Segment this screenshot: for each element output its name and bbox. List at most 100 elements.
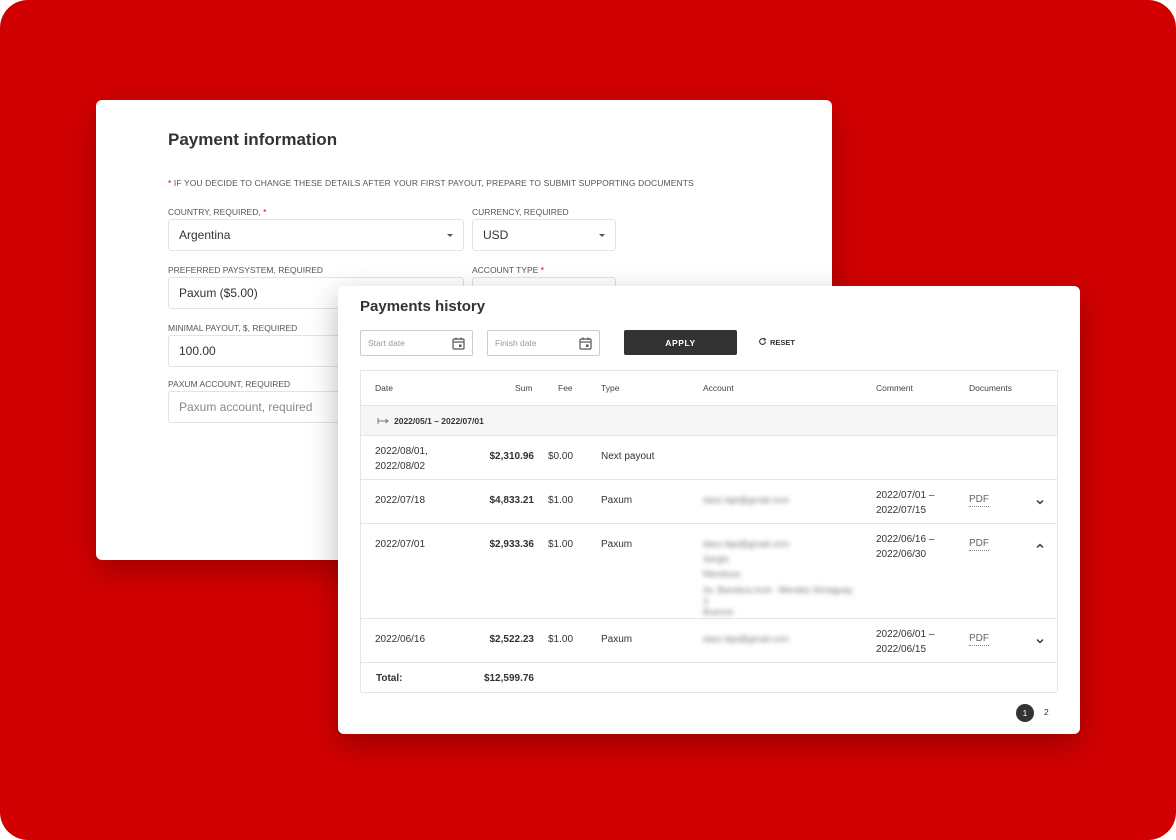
page-1-button[interactable]: 1 [1016,704,1034,722]
total-label: Total: [376,673,403,684]
comment-line: 2022/06/30 [876,549,927,560]
col-sum: Sum [515,383,533,393]
account-type-label-text: ACCOUNT TYPE [472,265,539,275]
row-sum: $2,522.23 [489,634,535,645]
row-type: Paxum [601,634,633,645]
reset-button[interactable]: RESET [758,337,795,348]
row-comment: 2022/06/16 – 2022/06/30 [876,532,934,562]
col-type: Type [601,383,620,393]
background: Payment information * IF YOU DECIDE TO C… [0,0,1176,840]
comment-line: 2022/06/16 – [876,534,935,545]
paysystem-value: Paxum ($5.00) [179,286,258,300]
account-line: Mendoza [703,569,741,579]
chevron-down-icon[interactable] [1035,636,1045,646]
chevron-down-icon[interactable] [1035,497,1045,507]
dropdown-caret-icon [447,233,453,237]
col-comment: Comment [876,383,913,393]
paxum-account-label: PAXUM ACCOUNT, REQUIRED [168,379,291,389]
date-group-row[interactable]: 2022/05/1 – 2022/07/01 [361,406,1057,436]
apply-button[interactable]: APPLY [624,330,737,355]
pdf-link[interactable]: PDF [969,538,989,551]
row-type: Paxum [601,539,633,550]
row-date: 2022/08/01, 2022/08/02 [375,444,428,474]
account-line: dasz.fapi@gmail.com [703,539,790,549]
start-date-placeholder: Start date [368,338,405,348]
row-sum: $4,833.21 [489,495,535,506]
col-account: Account [703,383,734,393]
pdf-link-label: PDF [969,538,989,551]
col-documents: Documents [969,383,1012,393]
col-date: Date [375,383,393,393]
payments-table: Date Sum Fee Type Account Comment Docume… [360,370,1058,693]
row-account: dasz.fapi@gmail.com [703,634,790,644]
range-icon [377,417,389,427]
table-row[interactable]: 2022/06/16 $2,522.23 $1.00 Paxum dasz.fa… [361,619,1057,663]
comment-line: 2022/06/15 [876,644,927,655]
group-range: 2022/05/1 – 2022/07/01 [394,416,484,426]
start-date-input[interactable]: Start date [360,330,473,356]
currency-label: CURRENCY, REQUIRED [472,207,569,217]
currency-value: USD [483,228,509,242]
notice-text: IF YOU DECIDE TO CHANGE THESE DETAILS AF… [173,178,694,188]
dropdown-caret-icon [599,233,605,237]
row-date: 2022/07/01 [375,539,426,550]
payments-history-card: Payments history Start date Finish date … [338,286,1080,734]
payments-history-title: Payments history [360,298,486,315]
account-line: Buenos [703,607,734,617]
table-header: Date Sum Fee Type Account Comment Docume… [361,371,1057,406]
row-type: Paxum [601,495,633,506]
required-star: * [263,207,267,217]
change-notice: * IF YOU DECIDE TO CHANGE THESE DETAILS … [168,178,694,188]
row-account-details: dasz.fapi@gmail.com Sergio Mendoza Av. B… [703,537,853,618]
required-star: * [540,265,544,275]
row-fee: $0.00 [548,451,574,462]
row-comment: 2022/06/01 – 2022/06/15 [876,627,934,657]
calendar-icon[interactable] [579,337,592,350]
account-line: Sergio [703,554,730,564]
row-sum: $2,933.36 [489,539,535,550]
comment-line: 2022/07/15 [876,505,927,516]
paxum-account-placeholder: Paxum account, required [179,400,313,414]
row-fee: $1.00 [548,634,574,645]
reset-icon [758,337,767,348]
country-label-text: COUNTRY, REQUIRED, [168,207,261,217]
min-payout-value: 100.00 [179,344,216,358]
row-date: 2022/06/16 [375,634,426,645]
row-fee: $1.00 [548,539,574,550]
paysystem-label: PREFERRED PAYSYSTEM, REQUIRED [168,265,324,275]
table-row[interactable]: 2022/08/01, 2022/08/02 $2,310.96 $0.00 N… [361,436,1057,480]
account-line: Av. Bandera Invit - Mendez Almaguay 3 [703,585,853,606]
finish-date-input[interactable]: Finish date [487,330,600,356]
row-fee: $1.00 [548,495,574,506]
row-date-line: 2022/08/02 [375,461,426,472]
table-row-expanded[interactable]: 2022/07/01 $2,933.36 $1.00 Paxum dasz.fa… [361,524,1057,619]
total-row: Total: $12,599.76 [361,663,1057,693]
col-fee: Fee [558,383,573,393]
row-date: 2022/07/18 [375,495,426,506]
pdf-link-label: PDF [969,633,989,646]
comment-line: 2022/06/01 – [876,629,935,640]
payment-info-title: Payment information [168,130,338,149]
row-date-line: 2022/08/01, [375,446,428,457]
total-value: $12,599.76 [483,673,534,684]
pdf-link-label: PDF [969,494,989,507]
country-label: COUNTRY, REQUIRED, * [168,207,266,217]
chevron-up-icon[interactable] [1035,541,1045,551]
calendar-icon[interactable] [452,337,465,350]
row-type: Next payout [601,451,655,462]
country-select[interactable]: Argentina [168,219,464,251]
comment-line: 2022/07/01 – [876,490,935,501]
min-payout-label: MINIMAL PAYOUT, $, REQUIRED [168,323,298,333]
country-value: Argentina [179,228,231,242]
table-row[interactable]: 2022/07/18 $4,833.21 $1.00 Paxum dasz.fa… [361,480,1057,524]
required-star: * [168,178,172,188]
pdf-link[interactable]: PDF [969,494,989,507]
row-comment: 2022/07/01 – 2022/07/15 [876,488,934,518]
account-type-label: ACCOUNT TYPE * [472,265,544,275]
page-2-button[interactable]: 2 [1044,707,1049,717]
row-account: dasz.fapi@gmail.com [703,495,790,505]
row-sum: $2,310.96 [489,451,535,462]
pdf-link[interactable]: PDF [969,633,989,646]
currency-select[interactable]: USD [472,219,616,251]
finish-date-placeholder: Finish date [495,338,537,348]
